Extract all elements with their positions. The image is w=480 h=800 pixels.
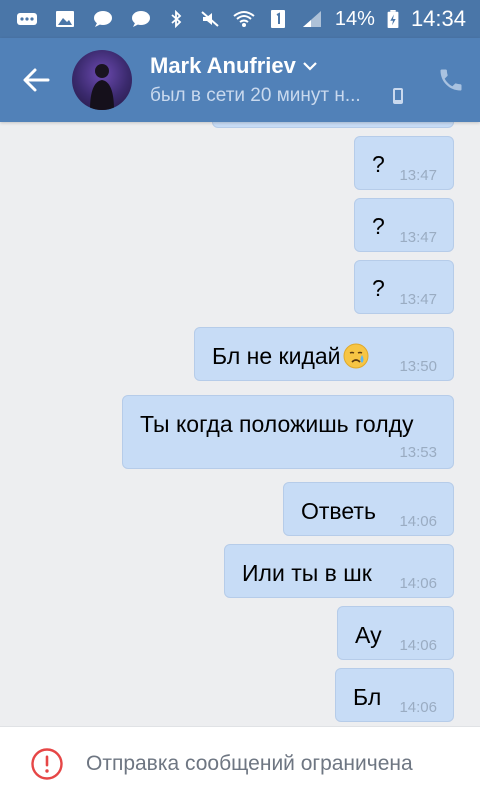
- message-time: 13:47: [399, 167, 437, 184]
- mute-icon: [201, 11, 219, 27]
- message-time: 14:06: [399, 513, 437, 530]
- message-text: Ау: [355, 622, 382, 648]
- contact-name: Mark Anufriev: [150, 53, 296, 78]
- message-text-content: Бл не кидай: [212, 343, 341, 369]
- more-icon: [17, 13, 37, 25]
- message-bubble[interactable]: Бл 14:06: [335, 668, 454, 722]
- chat-bubble-icon: [94, 11, 112, 27]
- restriction-text: Отправка сообщений ограничена: [86, 751, 413, 775]
- wifi-icon: [233, 11, 255, 27]
- message-text: ?: [372, 151, 385, 177]
- battery-percent: 14%: [334, 7, 375, 30]
- battery-charging-icon: [387, 10, 399, 28]
- message-bubble[interactable]: Ответь 14:06: [283, 482, 454, 536]
- clock: 14:34: [410, 6, 466, 31]
- message-bubble-partial: [212, 122, 454, 128]
- chevron-down-icon: [303, 62, 317, 71]
- message-time: 13:50: [399, 358, 437, 375]
- chat-bubble-icon: [132, 11, 150, 27]
- message-time: 13:47: [399, 229, 437, 246]
- back-button[interactable]: [0, 38, 72, 122]
- message-bubble[interactable]: ? 13:47: [354, 198, 454, 252]
- sim-1-icon: [270, 10, 285, 28]
- message-text: Или ты в шк: [242, 560, 372, 586]
- bluetooth-icon: [171, 10, 182, 28]
- system-icons: 14% 14:34: [165, 6, 466, 32]
- message-text: ?: [372, 213, 385, 239]
- message-time: 14:06: [399, 637, 437, 654]
- message-bubble[interactable]: Ты когда положишь голду 13:53: [122, 395, 454, 469]
- avatar[interactable]: [72, 50, 132, 110]
- status-bar: 14% 14:34: [0, 0, 480, 38]
- phone-icon: [440, 69, 462, 91]
- notification-icons: [16, 10, 152, 28]
- call-button[interactable]: [422, 38, 480, 122]
- message-text: Ответь: [301, 498, 376, 524]
- crying-face-emoji: [343, 343, 368, 369]
- person-silhouette: [90, 64, 114, 110]
- image-icon: [56, 11, 74, 27]
- message-bubble[interactable]: Ау 14:06: [337, 606, 454, 660]
- message-text: Бл: [353, 684, 382, 710]
- chat-header: Mark Anufriev был в сети 20 минут н...: [0, 38, 480, 122]
- message-time: 14:06: [399, 699, 437, 716]
- message-time: 13:47: [399, 291, 437, 308]
- messaging-restricted-bar: Отправка сообщений ограничена: [0, 726, 480, 800]
- chat-info[interactable]: Mark Anufriev был в сети 20 минут н...: [150, 53, 422, 107]
- message-text: Бл не кидай: [212, 342, 369, 370]
- message-list[interactable]: ? 13:47 ? 13:47 ? 13:47 Бл не кидай 13:5…: [0, 122, 480, 726]
- message-bubble[interactable]: Или ты в шк 14:06: [224, 544, 454, 598]
- message-time: 14:06: [399, 575, 437, 592]
- message-time: 13:53: [399, 444, 437, 461]
- message-bubble[interactable]: ? 13:47: [354, 260, 454, 314]
- message-text: ?: [372, 275, 385, 301]
- last-seen-status: был в сети 20 минут н...: [150, 85, 361, 106]
- message-text: Ты когда положишь голду: [140, 411, 414, 437]
- back-arrow-icon: [23, 68, 50, 92]
- message-bubble[interactable]: ? 13:47: [354, 136, 454, 190]
- message-bubble[interactable]: Бл не кидай 13:50: [194, 327, 454, 381]
- signal-icon: [302, 11, 321, 27]
- mobile-device-icon: [393, 88, 403, 104]
- warning-icon: [31, 747, 63, 780]
